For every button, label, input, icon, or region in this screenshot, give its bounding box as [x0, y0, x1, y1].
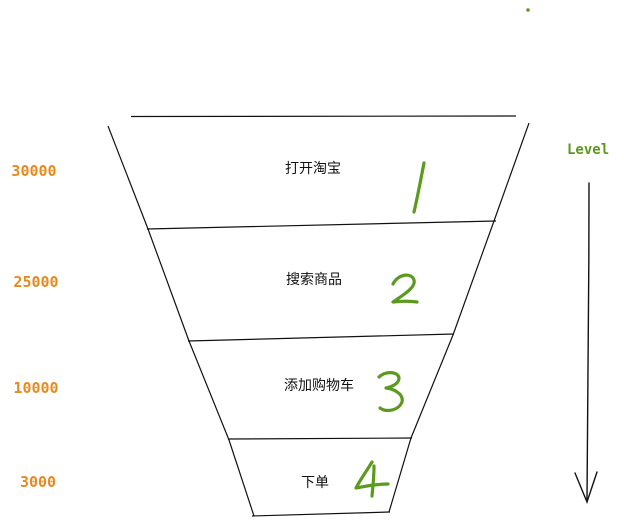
stage-divider-1	[146, 220, 497, 230]
stage-1-label: 打开淘宝	[285, 161, 341, 177]
handwritten-number-2	[391, 273, 419, 304]
stage-2-label: 搜索商品	[286, 272, 342, 288]
stage-3-count: 10000	[13, 379, 59, 397]
funnel-diagram: Level 30000 25000 10000 3000 打开淘宝 搜索商品 添…	[0, 0, 624, 526]
funnel-top-line	[130, 115, 517, 118]
funnel-bottom-line	[251, 511, 391, 517]
stage-divider-2	[187, 333, 455, 342]
stage-1-count: 30000	[11, 162, 57, 180]
stage-2-count: 25000	[13, 273, 59, 291]
stray-dot	[526, 8, 530, 12]
stage-divider-3	[227, 437, 413, 440]
level-arrow-icon	[574, 182, 598, 505]
stage-3-label: 添加购物车	[284, 378, 354, 394]
stage-4-label: 下单	[301, 475, 329, 491]
stage-4-count: 3000	[19, 473, 57, 491]
funnel-right-side	[388, 122, 530, 513]
level-label: Level	[567, 142, 610, 158]
funnel-drawing	[107, 8, 598, 517]
funnel-left-side	[107, 125, 255, 517]
handwritten-number-1	[412, 161, 426, 214]
